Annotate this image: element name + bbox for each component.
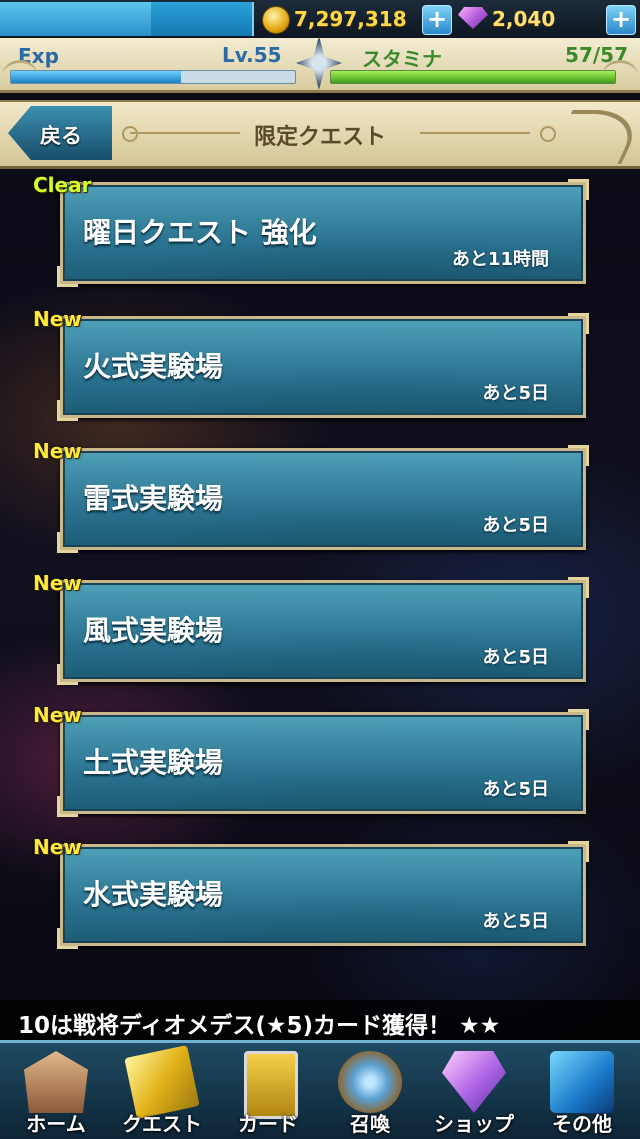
nav-card[interactable]: カード (216, 1043, 320, 1139)
nav-quest[interactable]: クエスト (110, 1043, 214, 1139)
clear-badge: Clear (33, 173, 92, 197)
stamina-label: スタミナ (362, 47, 442, 71)
quest-name: 風式実験場 (83, 614, 224, 647)
quest-time-remaining: あと5日 (482, 911, 549, 932)
quest-time-remaining: あと5日 (482, 515, 549, 536)
gem-icon (458, 7, 488, 29)
nav-label: クエスト (122, 1112, 202, 1136)
nav-label: 召喚 (350, 1112, 390, 1136)
nav-label: その他 (552, 1112, 612, 1136)
wing-ornament-left-icon (2, 60, 38, 93)
quest-item[interactable]: New 水式実験場 あと5日 (33, 835, 589, 949)
stamina-bar (330, 70, 616, 84)
new-badge: New (33, 571, 82, 595)
news-ticker[interactable]: 10は戦将ディオメデス(★5)カード獲得！ ★★ (0, 1000, 640, 1040)
nav-summon[interactable]: 召喚 (318, 1043, 422, 1139)
quest-item[interactable]: New 火式実験場 あと5日 (33, 307, 589, 421)
quest-time-remaining: あと5日 (482, 647, 549, 668)
add-gold-button[interactable]: + (422, 5, 452, 35)
new-badge: New (33, 439, 82, 463)
quest-name: 水式実験場 (83, 878, 224, 911)
new-badge: New (33, 307, 82, 331)
top-meter-fill (0, 2, 152, 36)
quest-time-remaining: あと5日 (482, 383, 549, 404)
quest-name: 曜日クエスト 強化 (83, 216, 317, 249)
ornament-line-right (420, 132, 530, 134)
exp-bar (10, 70, 296, 84)
nav-label: ショップ (434, 1112, 514, 1136)
add-gems-button[interactable]: + (606, 5, 636, 35)
quest-item[interactable]: New 雷式実験場 あと5日 (33, 439, 589, 553)
nav-shop[interactable]: ショップ (422, 1043, 526, 1139)
quest-time-remaining: あと5日 (482, 779, 549, 800)
ornament-right-icon (540, 126, 556, 142)
nav-home[interactable]: ホーム (4, 1043, 108, 1139)
top-status-bar: 7,297,318 + 2,040 + (0, 0, 640, 38)
quest-name: 土式実験場 (83, 746, 224, 779)
shop-icon (442, 1051, 506, 1113)
top-meter (0, 2, 254, 36)
coin-icon (262, 6, 290, 34)
other-icon (550, 1051, 614, 1113)
new-badge: New (33, 835, 82, 859)
quest-name: 火式実験場 (83, 350, 224, 383)
nav-label: ホーム (26, 1112, 86, 1136)
nav-label: カード (238, 1112, 298, 1136)
quest-name: 雷式実験場 (83, 482, 224, 515)
home-icon (24, 1051, 88, 1113)
wing-ornament-right-icon (602, 60, 638, 93)
summon-icon (338, 1051, 402, 1113)
page-header: 戻る 限定クエスト (0, 100, 640, 169)
ticker-text: 10は戦将ディオメデス(★5)カード獲得！ ★★ (18, 1013, 501, 1039)
gem-amount: 2,040 (492, 7, 556, 31)
quest-item[interactable]: New 風式実験場 あと5日 (33, 571, 589, 685)
bottom-nav: ホーム クエスト カード 召喚 ショップ その他 (0, 1040, 640, 1139)
gold-amount: 7,297,318 (294, 7, 407, 31)
stamina-bar-fill (331, 71, 615, 83)
quest-time-remaining: あと11時間 (451, 249, 549, 270)
level-label: Lv.55 (222, 43, 282, 67)
new-badge: New (33, 703, 82, 727)
quest-item[interactable]: Clear 曜日クエスト 強化 あと11時間 (33, 173, 589, 287)
nav-other[interactable]: その他 (530, 1043, 634, 1139)
quest-item[interactable]: New 土式実験場 あと5日 (33, 703, 589, 817)
